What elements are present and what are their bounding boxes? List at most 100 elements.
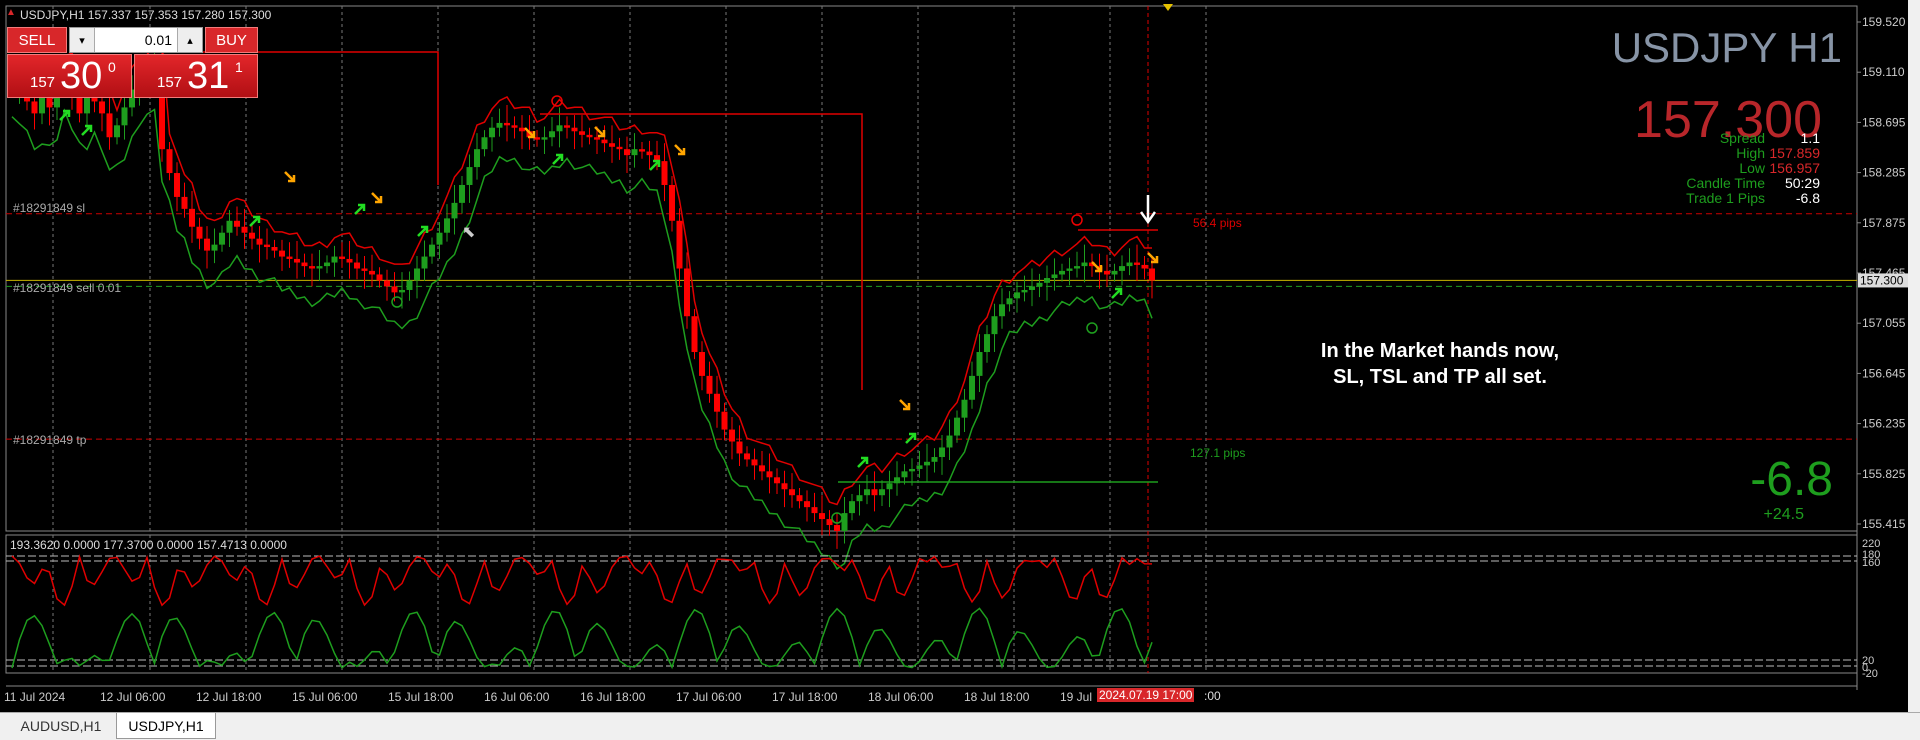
lot-size-input[interactable]: 0.01	[96, 28, 176, 52]
time-tick-label: 15 Jul 18:00	[388, 690, 454, 704]
candle-body	[1006, 298, 1013, 305]
sell-price-main: 30	[60, 55, 103, 97]
tp-line-label[interactable]: #18291849 tp	[13, 433, 86, 447]
candle-body	[691, 316, 698, 353]
candle-body	[969, 375, 975, 400]
candle-body	[984, 334, 990, 353]
buy-price-fraction: 1	[235, 59, 243, 75]
candle-body	[1126, 262, 1133, 267]
crosshair-time-label: 2024.07.19 17:00	[1097, 688, 1195, 702]
candle-body	[204, 238, 210, 251]
candle-body	[466, 167, 473, 185]
candle-body	[729, 429, 735, 442]
stat-label: High	[1736, 145, 1765, 161]
candle-body	[301, 262, 308, 267]
candles	[9, 40, 1159, 570]
candle-body	[211, 244, 218, 251]
candle-body	[766, 471, 773, 478]
candle-body	[511, 125, 518, 128]
time-tick-label: 17 Jul 18:00	[772, 690, 838, 704]
time-tick-label: 19 Jul	[1060, 690, 1092, 704]
indicator-green-line	[11, 607, 1153, 670]
candle-body	[991, 316, 998, 335]
candle-body	[384, 280, 390, 287]
sell-price-button[interactable]: 157 30 0	[7, 54, 132, 98]
candle-body	[436, 232, 443, 245]
lot-decrease-icon[interactable]: ▾	[70, 28, 95, 52]
stat-label: Candle Time	[1686, 175, 1765, 191]
candle-body	[564, 125, 570, 128]
candle-body	[414, 268, 420, 281]
buy-signal-arrow-icon	[905, 432, 917, 444]
entry-arrow-icon	[1139, 195, 1157, 225]
candle-body	[796, 495, 803, 502]
price-tick-label: 159.520	[1862, 15, 1906, 29]
buy-signal-arrow-icon	[1111, 287, 1123, 299]
price-tick-label: 159.110	[1862, 65, 1905, 79]
candle-body	[226, 220, 233, 233]
chart-info-line: USDJPY,H1 157.337 157.353 157.280 157.30…	[20, 8, 272, 22]
candle-body	[774, 477, 780, 484]
candle-body	[676, 220, 683, 269]
swing-low-marker	[391, 296, 403, 308]
tab-audusd-h1[interactable]: AUDUSD,H1	[8, 713, 114, 738]
stat-label: Spread	[1719, 130, 1765, 146]
indicator-red-line	[11, 553, 1153, 607]
shift-marker-icon	[1163, 4, 1173, 11]
stat-value: 1.1	[1800, 130, 1820, 146]
candle-body	[99, 101, 105, 114]
candle-body	[684, 268, 690, 317]
candle-body	[264, 244, 270, 248]
candle-body	[316, 266, 323, 269]
candle-body	[451, 202, 458, 219]
candle-body	[1051, 274, 1058, 279]
time-tick-label: 18 Jul 18:00	[964, 690, 1030, 704]
candle-body	[481, 137, 488, 150]
vertical-scrollbar[interactable]	[1908, 0, 1920, 712]
buy-price-button[interactable]: 157 31 1	[134, 54, 258, 98]
lot-size-stepper[interactable]: ▾ 0.01 ▴	[69, 27, 203, 53]
chart-canvas[interactable]: 159.520159.110158.695158.285157.875157.4…	[0, 0, 1920, 712]
price-tick-label: 158.695	[1862, 115, 1906, 129]
candle-body	[256, 238, 263, 245]
tab-usdjpy-h1[interactable]: USDJPY,H1	[116, 713, 216, 739]
candle-body	[114, 125, 120, 138]
candle-body	[579, 131, 585, 135]
buy-signal-arrow-icon	[552, 153, 564, 165]
candle-body	[924, 461, 930, 466]
candle-body	[886, 483, 893, 490]
candle-body	[961, 399, 968, 418]
candle-body	[556, 125, 563, 132]
stat-row: Low 156.957	[1580, 160, 1820, 176]
candle-body	[1141, 264, 1148, 269]
candle-body	[609, 143, 615, 147]
candle-body	[1014, 292, 1020, 299]
swing-high-marker	[1071, 214, 1083, 226]
buy-button[interactable]: BUY	[205, 27, 258, 53]
tp-pips-label: 127.1 pips	[1190, 446, 1246, 460]
candle-body	[399, 289, 405, 293]
price-tick-label: 157.875	[1862, 216, 1906, 230]
candle-body	[1029, 286, 1035, 290]
price-tick-label: 155.825	[1862, 467, 1906, 481]
candle-body	[834, 525, 840, 531]
chart-menu-icon[interactable]: ▲	[6, 7, 16, 18]
stat-value: 157.859	[1769, 145, 1820, 161]
candle-body	[616, 146, 623, 150]
time-tick-label: 16 Jul 18:00	[580, 690, 646, 704]
candle-body	[819, 513, 825, 520]
price-tick-label: 156.645	[1862, 366, 1906, 380]
sl-line-label[interactable]: #18291849 sl	[13, 201, 85, 215]
candle-body	[339, 256, 345, 259]
candle-body	[601, 139, 608, 144]
sell-line-label[interactable]: #18291849 sell 0.01	[13, 281, 121, 295]
candle-body	[864, 489, 870, 496]
candle-body	[804, 501, 810, 508]
one-click-trading-panel: SELL ▾ 0.01 ▴ BUY 157 30 0 157 31 1	[7, 27, 258, 99]
candle-body	[196, 226, 203, 239]
sell-button[interactable]: SELL	[7, 27, 67, 53]
time-tick-label: 11 Jul 2024	[4, 690, 65, 704]
lot-increase-icon[interactable]: ▴	[177, 28, 202, 52]
candle-body	[624, 149, 630, 156]
candle-body	[279, 250, 285, 257]
